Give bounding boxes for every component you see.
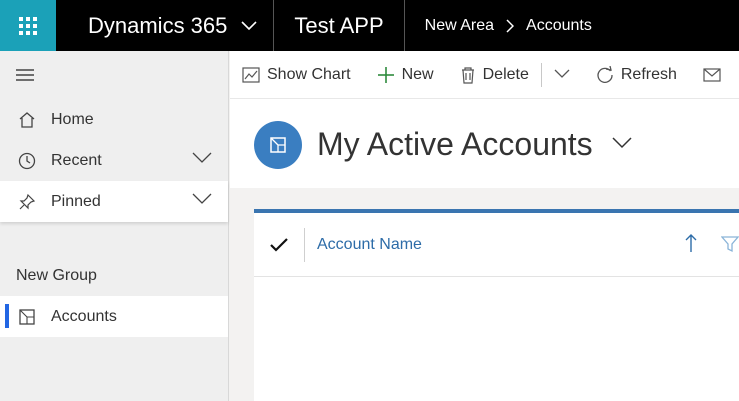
command-divider bbox=[540, 62, 542, 87]
sidebar-item-accounts[interactable]: Accounts bbox=[0, 296, 228, 337]
plus-icon bbox=[377, 66, 395, 84]
suite-switcher[interactable]: Dynamics 365 bbox=[56, 0, 275, 51]
sitemap-toggle-button[interactable] bbox=[0, 51, 228, 99]
clock-icon bbox=[16, 150, 38, 172]
sort-ascending-icon[interactable] bbox=[685, 233, 697, 253]
more-commands-button[interactable] bbox=[554, 66, 570, 84]
refresh-label: Refresh bbox=[620, 65, 677, 83]
checkmark-icon bbox=[270, 237, 288, 252]
pin-icon bbox=[16, 191, 38, 213]
new-label: New bbox=[401, 65, 434, 83]
grid-header: Account Name bbox=[254, 213, 739, 277]
refresh-icon bbox=[596, 65, 614, 84]
chevron-down-icon[interactable] bbox=[192, 193, 212, 205]
breadcrumb: New Area Accounts bbox=[405, 0, 592, 51]
breadcrumb-area[interactable]: New Area bbox=[425, 17, 494, 35]
chevron-down-icon[interactable] bbox=[192, 152, 212, 164]
filter-icon[interactable] bbox=[721, 235, 739, 253]
show-chart-button[interactable]: Show Chart bbox=[242, 66, 351, 84]
column-divider bbox=[304, 227, 305, 262]
column-header-account-name[interactable]: Account Name bbox=[317, 236, 422, 254]
chevron-down-icon bbox=[241, 20, 257, 31]
sidebar: Home Recent Pinned New Group Accounts bbox=[0, 51, 229, 401]
mail-icon bbox=[703, 67, 721, 83]
sidebar-item-label: Accounts bbox=[51, 307, 117, 325]
app-name[interactable]: Test APP bbox=[274, 0, 405, 51]
sidebar-item-recent[interactable]: Recent bbox=[0, 140, 228, 181]
delete-label: Delete bbox=[482, 65, 529, 83]
chevron-right-icon bbox=[506, 18, 515, 33]
sidebar-item-pinned[interactable]: Pinned bbox=[0, 181, 228, 222]
top-bar: Dynamics 365 Test APP New Area Accounts bbox=[0, 0, 739, 51]
trash-icon bbox=[460, 66, 476, 84]
suite-name: Dynamics 365 bbox=[88, 12, 228, 38]
accounts-entity-icon bbox=[254, 121, 302, 169]
main-content: My Active Accounts Account Name bbox=[230, 99, 739, 401]
delete-button[interactable]: Delete bbox=[460, 66, 529, 84]
chevron-down-icon bbox=[554, 66, 570, 84]
accounts-icon bbox=[16, 306, 38, 328]
new-button[interactable]: New bbox=[377, 66, 434, 84]
breadcrumb-entity[interactable]: Accounts bbox=[526, 17, 592, 35]
show-chart-label: Show Chart bbox=[267, 65, 351, 83]
home-icon bbox=[16, 109, 38, 131]
records-grid: Account Name bbox=[254, 209, 739, 401]
chevron-down-icon[interactable] bbox=[612, 137, 632, 149]
email-link-button[interactable] bbox=[703, 67, 728, 83]
waffle-icon bbox=[19, 16, 37, 35]
sidebar-item-label: Pinned bbox=[51, 192, 101, 210]
sidebar-item-home[interactable]: Home bbox=[0, 99, 228, 140]
sidebar-group-title: New Group bbox=[16, 267, 97, 284]
app-launcher-button[interactable] bbox=[0, 0, 56, 51]
sidebar-item-label: Home bbox=[51, 110, 94, 128]
refresh-button[interactable]: Refresh bbox=[596, 65, 677, 84]
select-all-checkbox[interactable] bbox=[254, 213, 304, 276]
sidebar-item-label: Recent bbox=[51, 151, 102, 169]
view-header: My Active Accounts bbox=[230, 99, 739, 188]
command-bar: Show Chart New Delete Refresh bbox=[230, 51, 739, 99]
chart-icon bbox=[242, 66, 260, 84]
hamburger-icon bbox=[16, 69, 34, 81]
view-selector-title[interactable]: My Active Accounts bbox=[317, 126, 593, 163]
